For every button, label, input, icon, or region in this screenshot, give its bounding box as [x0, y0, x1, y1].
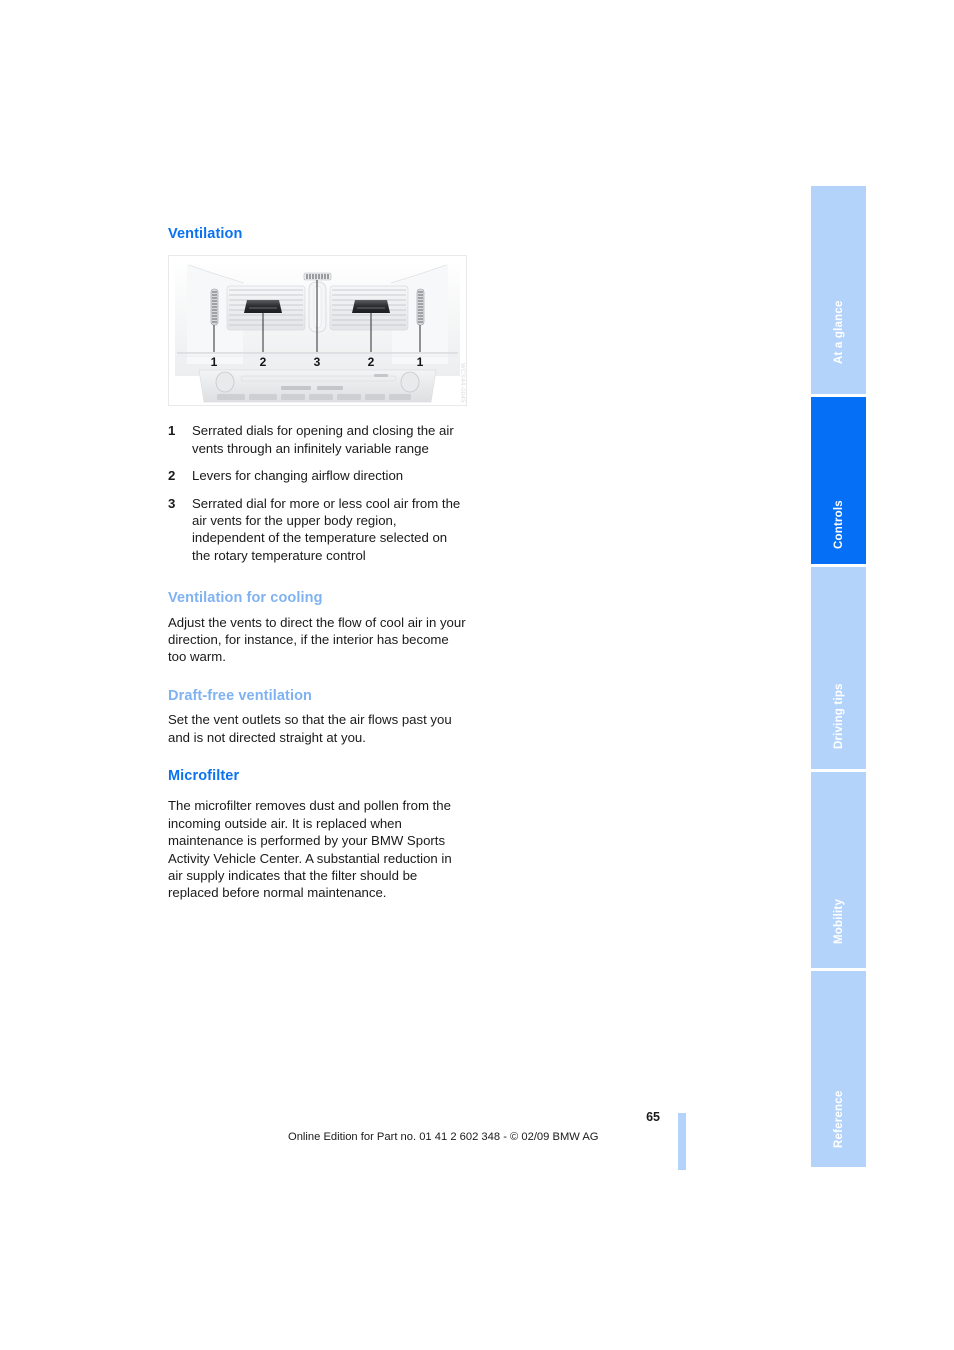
sidebar-item-label: Driving tips [832, 683, 845, 749]
sidebar-item-at-a-glance[interactable]: At a glance [811, 186, 866, 394]
section-body-draft-free-ventilation: Set the vent outlets so that the air flo… [168, 712, 452, 745]
figure-callout-2-left: 2 [260, 355, 267, 369]
list-item: 3 Serrated dial for more or less cool ai… [168, 495, 468, 565]
sidebar-item-label: Controls [832, 500, 845, 549]
callout-list: 1 Serrated dials for opening and closing… [168, 422, 468, 564]
footer-copyright: Online Edition for Part no. 01 41 2 602 … [288, 1131, 599, 1143]
sidebar-item-mobility[interactable]: Mobility [811, 772, 866, 968]
callout-text: Serrated dials for opening and closing t… [192, 423, 454, 456]
callout-text: Serrated dial for more or less cool air … [192, 495, 461, 563]
figure-callout-3: 3 [314, 355, 321, 369]
page-edge-marker [678, 1113, 686, 1170]
sidebar-item-controls[interactable]: Controls [811, 397, 866, 564]
figure-illustration: 1 2 3 2 1 [169, 256, 466, 406]
sidebar-item-reference[interactable]: Reference [811, 971, 866, 1167]
section-heading-ventilation-for-cooling: Ventilation for cooling [168, 590, 323, 607]
list-item: 2 Levers for changing airflow direction [168, 467, 468, 484]
figure-callout-2-right: 2 [368, 355, 375, 369]
callout-text: Levers for changing airflow direction [192, 468, 404, 484]
page-number: 65 [646, 1110, 660, 1124]
section-body-ventilation-for-cooling: Adjust the vents to direct the flow of c… [168, 614, 466, 665]
section-heading-microfilter: Microfilter [168, 768, 240, 785]
sidebar-item-label: At a glance [832, 300, 845, 364]
list-item: 1 Serrated dials for opening and closing… [168, 422, 468, 457]
figure-reference-code: WCS44-0045 [459, 363, 465, 404]
figure-callout-1-right: 1 [417, 355, 424, 369]
page-content: Ventilation 1 2 3 2 1 WCS44-0045 1 Serra… [168, 226, 468, 902]
section-heading-draft-free-ventilation: Draft-free ventilation [168, 687, 312, 704]
ventilation-figure: 1 2 3 2 1 WCS44-0045 [168, 255, 467, 407]
page-title: Ventilation [168, 226, 243, 242]
callout-number: 2 [168, 468, 176, 484]
section-body-microfilter: The microfilter removes dust and pollen … [168, 798, 452, 901]
figure-callout-1: 1 [211, 355, 218, 369]
sidebar-item-label: Mobility [832, 898, 845, 944]
callout-number: 3 [168, 495, 176, 511]
sidebar-item-driving-tips[interactable]: Driving tips [811, 567, 866, 769]
chapter-tab-rail: At a glance Controls Driving tips Mobili… [811, 186, 866, 1167]
callout-number: 1 [168, 423, 176, 439]
sidebar-item-label: Reference [832, 1090, 845, 1148]
